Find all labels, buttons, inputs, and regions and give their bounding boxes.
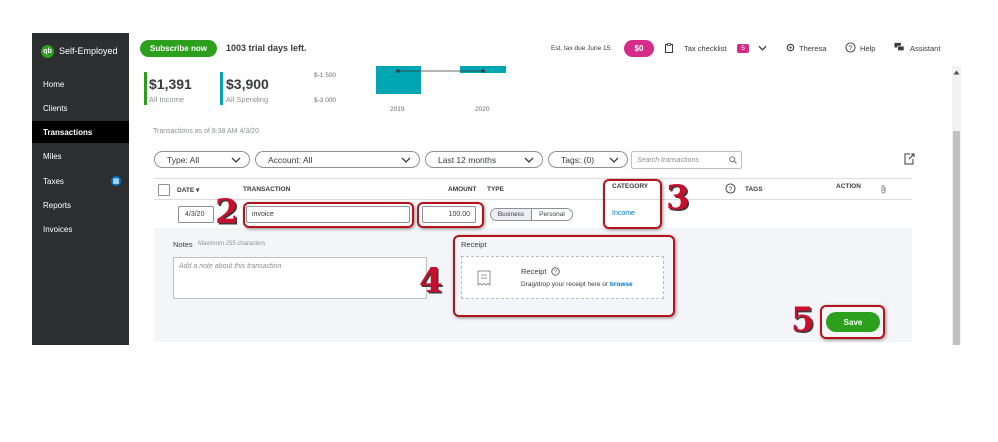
spending-mini-chart [376, 66, 506, 94]
sidebar-item-home[interactable]: Home [32, 73, 129, 95]
scrollbar-thumb[interactable] [953, 131, 960, 345]
chevron-down-icon [609, 157, 619, 163]
tax-checklist-count-badge: 5 [737, 44, 749, 53]
paperclip-icon [881, 185, 886, 194]
income-amount: $1,391 [149, 76, 192, 92]
chart-y-label: $-3 000 [314, 97, 337, 104]
type-column-header[interactable]: TYPE [487, 186, 504, 193]
sidebar-item-label: Taxes [43, 176, 64, 186]
spending-amount: $3,900 [226, 76, 269, 92]
highlight-transaction-input [243, 202, 414, 228]
step-number-5: 5 [791, 300, 815, 340]
gear-icon [786, 43, 795, 52]
notes-label: Notes [173, 240, 193, 249]
step-number-3: 3 [666, 178, 690, 218]
date-input[interactable]: 4/3/20 [178, 206, 214, 223]
tags-column-header[interactable]: TAGS [745, 186, 763, 193]
account-filter-dropdown[interactable]: Account: All [255, 151, 420, 168]
help-link[interactable]: Help [860, 44, 875, 53]
spending-color-bar [220, 72, 223, 105]
sidebar-item-invoices[interactable]: Invoices [32, 218, 129, 240]
sidebar-item-taxes[interactable]: Taxes ▦ [32, 170, 129, 192]
transaction-column-header[interactable]: TRANSACTION [243, 186, 290, 193]
action-column-header: ACTION [836, 183, 861, 190]
chevron-down-icon [231, 157, 241, 163]
chart-y-label: $-1 500 [314, 72, 337, 79]
period-filter-value: Last 12 months [438, 154, 497, 165]
amount-column-header[interactable]: AMOUNT [448, 186, 477, 193]
app-brand[interactable]: qb Self-Employed [32, 33, 129, 69]
trial-days-text: 1003 trial days left. [226, 43, 307, 53]
calendar-icon: ▦ [111, 176, 121, 186]
date-header-label: DATE [177, 187, 195, 194]
help-icon: ? [845, 42, 856, 53]
sidebar-item-transactions[interactable]: Transactions [32, 121, 129, 143]
chevron-down-icon [401, 157, 411, 163]
highlight-save-button [820, 305, 885, 339]
type-filter-dropdown[interactable]: Type: All [154, 151, 250, 168]
top-bar: Subscribe now 1003 trial days left. Est.… [129, 33, 961, 67]
tags-filter-dropdown[interactable]: Tags: (0) [548, 151, 628, 168]
notes-max-length-hint: Maximum 255 characters [198, 241, 266, 247]
income-label: All Income [149, 95, 185, 104]
tax-checklist-link[interactable]: Tax checklist [684, 44, 727, 53]
chevron-down-icon [524, 157, 534, 163]
transactions-as-of-text: Transactions as of 8:38 AM 4/3/20 [153, 128, 259, 135]
svg-text:?: ? [849, 45, 853, 52]
highlight-category [603, 179, 662, 229]
type-filter-value: Type: All [167, 154, 200, 165]
assistant-link[interactable]: Assistant [910, 44, 940, 53]
chevron-down-icon[interactable] [758, 44, 767, 52]
spending-label: All Spending [226, 95, 269, 104]
svg-text:?: ? [729, 186, 733, 193]
business-option[interactable]: Business [491, 209, 532, 220]
sidebar-item-clients[interactable]: Clients [32, 97, 129, 119]
scroll-up-arrow-icon[interactable] [953, 70, 960, 75]
notes-textarea[interactable]: Add a note about this transaction [173, 257, 427, 299]
export-icon[interactable] [903, 153, 915, 165]
chart-x-label: 2019 [390, 106, 405, 113]
sidebar-item-miles[interactable]: Miles [32, 145, 129, 167]
help-icon[interactable]: ? [725, 183, 736, 194]
account-filter-value: Account: All [268, 154, 313, 165]
clipboard-icon [665, 43, 673, 53]
step-number-2: 2 [215, 192, 239, 232]
select-all-checkbox[interactable] [158, 184, 170, 196]
income-color-bar [144, 72, 147, 105]
tags-filter-value: Tags: (0) [561, 154, 595, 165]
highlight-amount-input [417, 202, 484, 228]
divider [154, 199, 912, 200]
search-transactions-input[interactable]: Search transactions [631, 151, 742, 169]
est-tax-label: Est. tax due June 15: [551, 45, 613, 52]
date-column-header[interactable]: DATE ▾ [177, 186, 199, 194]
highlight-receipt [453, 235, 675, 317]
divider [154, 178, 912, 179]
search-icon [729, 156, 737, 164]
sidebar-item-reports[interactable]: Reports [32, 194, 129, 216]
subscribe-now-button[interactable]: Subscribe now [140, 40, 217, 57]
personal-option[interactable]: Personal [532, 209, 572, 220]
chart-point-2019 [396, 69, 400, 73]
period-filter-dropdown[interactable]: Last 12 months [425, 151, 543, 168]
sidebar: qb Self-Employed Home Clients Transactio… [32, 33, 129, 345]
user-menu-link[interactable]: Theresa [799, 44, 827, 53]
business-personal-toggle[interactable]: Business Personal [490, 208, 573, 221]
app-name: Self-Employed [59, 46, 118, 56]
est-tax-value-button[interactable]: $0 [624, 40, 654, 57]
quickbooks-logo-icon: qb [41, 44, 54, 58]
chat-icon [894, 42, 905, 52]
chart-point-2020 [481, 69, 485, 73]
step-number-4: 4 [419, 261, 443, 301]
chart-x-label: 2020 [475, 106, 490, 113]
